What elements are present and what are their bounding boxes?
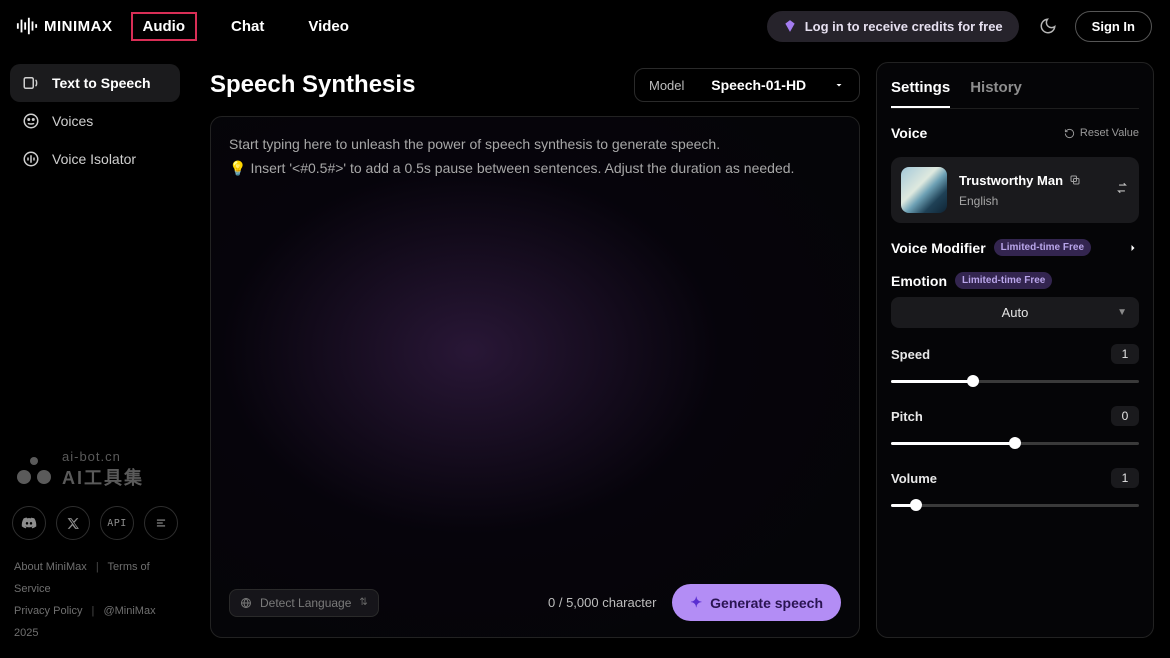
api-button[interactable]: API xyxy=(100,506,134,540)
editor-placeholder: Start typing here to unleash the power o… xyxy=(229,133,841,157)
sidebar-item-label: Voice Isolator xyxy=(52,151,136,167)
emotion-badge: Limited-time Free xyxy=(955,272,1052,289)
nav-chat[interactable]: Chat xyxy=(221,12,274,41)
reset-icon xyxy=(1064,128,1075,139)
modifier-badge: Limited-time Free xyxy=(994,239,1091,256)
x-button[interactable] xyxy=(56,506,90,540)
voice-avatar xyxy=(901,167,947,213)
sidebar-item-tts[interactable]: Text to Speech xyxy=(10,64,180,102)
gem-icon xyxy=(783,19,797,33)
watermark-cn: AI工具集 xyxy=(62,464,144,490)
waveform-icon xyxy=(16,15,38,37)
modifier-label: Voice Modifier xyxy=(891,240,986,256)
brand-name: MINIMAX xyxy=(44,18,113,35)
nav-video[interactable]: Video xyxy=(298,12,359,41)
privacy-link[interactable]: Privacy Policy xyxy=(14,605,82,617)
language-select[interactable]: Detect Language ⇅ xyxy=(229,589,379,617)
nav-audio[interactable]: Audio xyxy=(131,12,198,41)
globe-icon xyxy=(240,597,252,609)
swap-voice-button[interactable] xyxy=(1115,181,1129,200)
model-value: Speech-01-HD xyxy=(711,77,806,93)
chevron-right-icon xyxy=(1127,242,1139,254)
x-icon xyxy=(67,517,80,530)
generate-button[interactable]: ✦ Generate speech xyxy=(672,584,841,621)
speed-value: 1 xyxy=(1111,344,1139,364)
model-select[interactable]: Model Speech-01-HD xyxy=(634,68,860,102)
volume-slider[interactable]: Volume 1 xyxy=(891,468,1139,514)
login-credits-button[interactable]: Log in to receive credits for free xyxy=(767,11,1019,42)
editor-hint: 💡Insert '<#0.5#>' to add a 0.5s pause be… xyxy=(229,157,841,181)
copy-icon[interactable] xyxy=(1069,174,1081,186)
text-editor[interactable]: Start typing here to unleash the power o… xyxy=(210,116,860,638)
tab-history[interactable]: History xyxy=(970,79,1022,108)
reset-button[interactable]: Reset Value xyxy=(1064,127,1139,139)
brand-logo[interactable]: MINIMAX xyxy=(8,15,121,37)
reset-label: Reset Value xyxy=(1080,127,1139,139)
speed-label: Speed xyxy=(891,347,930,362)
voices-icon xyxy=(22,112,40,130)
menu-icon xyxy=(154,516,168,530)
about-link[interactable]: About MiniMax xyxy=(14,561,87,573)
tts-icon xyxy=(22,74,40,92)
settings-panel: Settings History Voice Reset Value Trust… xyxy=(876,62,1154,638)
pitch-label: Pitch xyxy=(891,409,923,424)
watermark-icon xyxy=(16,455,52,485)
speed-slider[interactable]: Speed 1 xyxy=(891,344,1139,390)
swap-icon xyxy=(1115,181,1129,195)
voice-name: Trustworthy Man xyxy=(959,173,1063,188)
voice-section-title: Voice xyxy=(891,125,927,141)
language-label: Detect Language xyxy=(260,596,351,610)
generate-label: Generate speech xyxy=(710,595,823,611)
emotion-value: Auto xyxy=(1002,305,1029,320)
sparkle-icon: ✦ xyxy=(690,594,702,611)
sidebar-item-label: Voices xyxy=(52,113,93,129)
sidebar: Text to Speech Voices Voice Isolator xyxy=(0,52,190,658)
voice-modifier-row[interactable]: Voice Modifier Limited-time Free xyxy=(891,239,1139,256)
char-count: 0 / 5,000 character xyxy=(548,595,656,610)
moon-icon xyxy=(1039,17,1057,35)
sort-icon: ⇅ xyxy=(359,597,367,608)
sidebar-item-label: Text to Speech xyxy=(52,75,151,91)
footer-links: About MiniMax | Terms of Service Privacy… xyxy=(10,556,180,644)
voice-card[interactable]: Trustworthy Man English xyxy=(891,157,1139,223)
discord-icon xyxy=(21,515,37,531)
menu-button[interactable] xyxy=(144,506,178,540)
login-credits-label: Log in to receive credits for free xyxy=(805,19,1003,34)
pitch-value: 0 xyxy=(1111,406,1139,426)
voice-language: English xyxy=(959,194,1103,208)
chevron-down-icon: ▼ xyxy=(1117,307,1127,318)
watermark-url: ai-bot.cn xyxy=(62,449,144,464)
watermark: ai-bot.cn AI工具集 xyxy=(10,449,180,500)
chevron-down-icon xyxy=(833,79,845,91)
isolator-icon xyxy=(22,150,40,168)
model-label: Model xyxy=(649,78,684,93)
page-title: Speech Synthesis xyxy=(210,71,415,99)
emotion-select[interactable]: Auto ▼ xyxy=(891,297,1139,328)
tab-settings[interactable]: Settings xyxy=(891,79,950,108)
theme-toggle[interactable] xyxy=(1031,9,1065,43)
volume-label: Volume xyxy=(891,471,937,486)
pitch-slider[interactable]: Pitch 0 xyxy=(891,406,1139,452)
sidebar-item-voices[interactable]: Voices xyxy=(10,102,180,140)
discord-button[interactable] xyxy=(12,506,46,540)
emotion-label: Emotion xyxy=(891,273,947,289)
sidebar-item-isolator[interactable]: Voice Isolator xyxy=(10,140,180,178)
bulb-icon: 💡 xyxy=(229,160,246,176)
volume-value: 1 xyxy=(1111,468,1139,488)
signin-button[interactable]: Sign In xyxy=(1075,11,1152,42)
